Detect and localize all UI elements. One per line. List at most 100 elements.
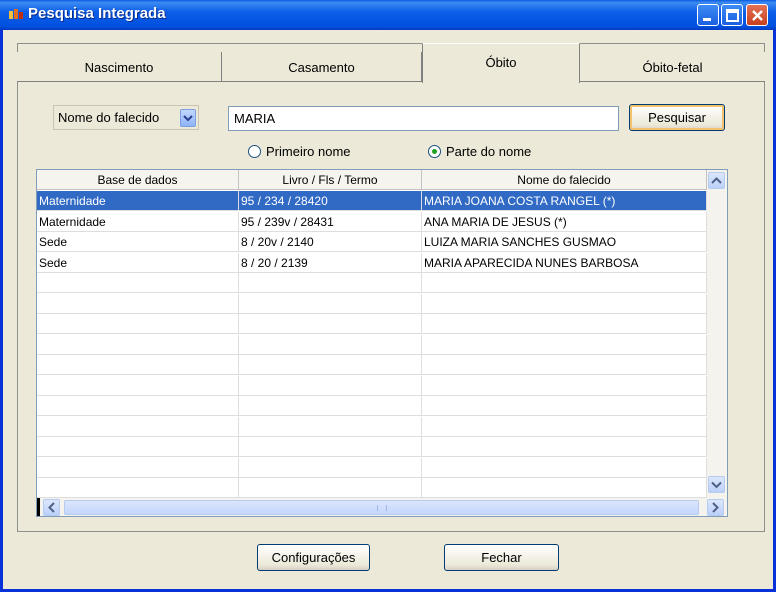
table-cell: 8 / 20 / 2139 — [239, 252, 422, 273]
table-cell: 95 / 234 / 28420 — [239, 191, 422, 211]
table-cell — [239, 273, 422, 293]
table-cell: MARIA JOANA COSTA RANGEL (*) — [422, 191, 707, 211]
table-cell — [239, 293, 422, 314]
results-table: Base de dados Livro / Fls / Termo Nome d… — [36, 169, 728, 517]
table-row[interactable]: Maternidade 95 / 234 / 28420 MARIA JOANA C… — [37, 191, 707, 211]
chevron-down-icon — [711, 481, 722, 489]
table-cell — [239, 396, 422, 416]
table-cell — [422, 375, 707, 396]
dropdown-button[interactable] — [180, 109, 196, 127]
table-header: Base de dados Livro / Fls / Termo Nome d… — [37, 170, 727, 190]
empty-table-row[interactable] — [37, 416, 707, 437]
table-cell — [422, 293, 707, 314]
horizontal-scroll-thumb[interactable] — [64, 500, 699, 515]
table-cell — [37, 334, 239, 355]
table-cell — [239, 437, 422, 457]
column-header[interactable]: Livro / Fls / Termo — [239, 170, 422, 190]
close-window-button[interactable] — [746, 4, 768, 26]
column-header[interactable]: Nome do falecido — [422, 170, 707, 190]
table-cell: 95 / 239v / 28431 — [239, 211, 422, 232]
table-cell — [422, 273, 707, 293]
table-cell: LUIZA MARIA SANCHES GUSMAO — [422, 232, 707, 252]
chevron-right-icon — [712, 502, 719, 513]
title-bar[interactable]: Pesquisa Integrada — [0, 0, 776, 30]
scroll-up-button[interactable] — [708, 172, 725, 189]
maximize-icon — [726, 9, 739, 22]
table-cell — [422, 396, 707, 416]
table-cell — [239, 355, 422, 375]
table-row[interactable]: Sede 8 / 20 / 2139 MARIA APARECIDA NUNES B… — [37, 252, 707, 273]
close-icon — [752, 10, 763, 21]
minimize-button[interactable] — [697, 4, 719, 26]
maximize-button[interactable] — [721, 4, 743, 26]
fechar-label: Fechar — [481, 550, 522, 565]
search-button-label: Pesquisar — [648, 110, 706, 125]
table-cell — [239, 334, 422, 355]
table-cell — [239, 375, 422, 396]
horizontal-scrollbar[interactable] — [37, 498, 727, 516]
table-cell — [422, 457, 707, 478]
radio-circle — [428, 145, 441, 158]
table-cell — [37, 396, 239, 416]
table-cell — [37, 293, 239, 314]
table-cell — [37, 457, 239, 478]
table-cell — [37, 437, 239, 457]
table-cell: Sede — [37, 252, 239, 273]
table-cell — [37, 478, 239, 498]
search-button[interactable]: Pesquisar — [629, 104, 725, 131]
search-field-select[interactable]: Nome do falecido — [53, 105, 199, 130]
table-cell: Sede — [37, 232, 239, 252]
table-cell — [422, 478, 707, 498]
empty-table-row[interactable] — [37, 375, 707, 396]
empty-table-row[interactable] — [37, 293, 707, 314]
table-cell — [37, 416, 239, 437]
chevron-left-icon — [48, 502, 55, 513]
window-title: Pesquisa Integrada — [28, 5, 166, 22]
tab-label: Óbito-fetal — [642, 60, 703, 75]
empty-table-row[interactable] — [37, 355, 707, 375]
empty-table-row[interactable] — [37, 437, 707, 457]
tab-strip: Nascimento Casamento Óbito Óbito-fetal — [17, 43, 765, 83]
table-cell: MARIA APARECIDA NUNES BARBOSA — [422, 252, 707, 273]
scroll-right-button[interactable] — [707, 499, 724, 516]
tab-obito-fetal[interactable]: Óbito-fetal — [580, 52, 765, 82]
pesquisa-integrada-window: Pesquisa Integrada Nascimento Casamento … — [0, 0, 776, 592]
minimize-icon — [703, 18, 711, 21]
vertical-scrollbar[interactable] — [707, 170, 727, 498]
empty-table-row[interactable] — [37, 314, 707, 334]
table-cell — [422, 416, 707, 437]
empty-table-row[interactable] — [37, 478, 707, 498]
grip-icon — [376, 505, 387, 511]
radio-label: Primeiro nome — [266, 144, 351, 159]
table-cell — [239, 478, 422, 498]
scroll-left-button[interactable] — [43, 499, 60, 516]
scroll-edge — [37, 498, 40, 516]
configuracoes-button[interactable]: Configurações — [257, 544, 370, 571]
table-cell — [422, 334, 707, 355]
table-row[interactable]: Maternidade 95 / 239v / 28431 ANA MARIA DE… — [37, 211, 707, 232]
table-cell — [37, 375, 239, 396]
empty-table-row[interactable] — [37, 457, 707, 478]
tab-label: Óbito — [485, 55, 517, 70]
scroll-down-button[interactable] — [708, 476, 725, 493]
table-cell — [239, 314, 422, 334]
radio-circle — [248, 145, 261, 158]
chevron-up-icon — [711, 177, 722, 184]
table-cell — [37, 273, 239, 293]
empty-table-row[interactable] — [37, 273, 707, 293]
table-cell — [239, 457, 422, 478]
search-input[interactable] — [228, 106, 619, 131]
fechar-button[interactable]: Fechar — [444, 544, 559, 571]
tab-nascimento[interactable]: Nascimento — [17, 52, 222, 82]
column-header[interactable]: Base de dados — [37, 170, 239, 190]
configuracoes-label: Configurações — [271, 550, 356, 565]
table-cell — [422, 437, 707, 457]
tab-obito[interactable]: Óbito — [422, 43, 580, 83]
radio-label: Parte do nome — [446, 144, 532, 159]
empty-table-row[interactable] — [37, 396, 707, 416]
app-icon — [9, 9, 23, 19]
table-row[interactable]: Sede 8 / 20v / 2140 LUIZA MARIA SANCHES GU… — [37, 232, 707, 252]
tab-casamento[interactable]: Casamento — [222, 52, 422, 82]
empty-table-row[interactable] — [37, 334, 707, 355]
table-cell — [239, 416, 422, 437]
